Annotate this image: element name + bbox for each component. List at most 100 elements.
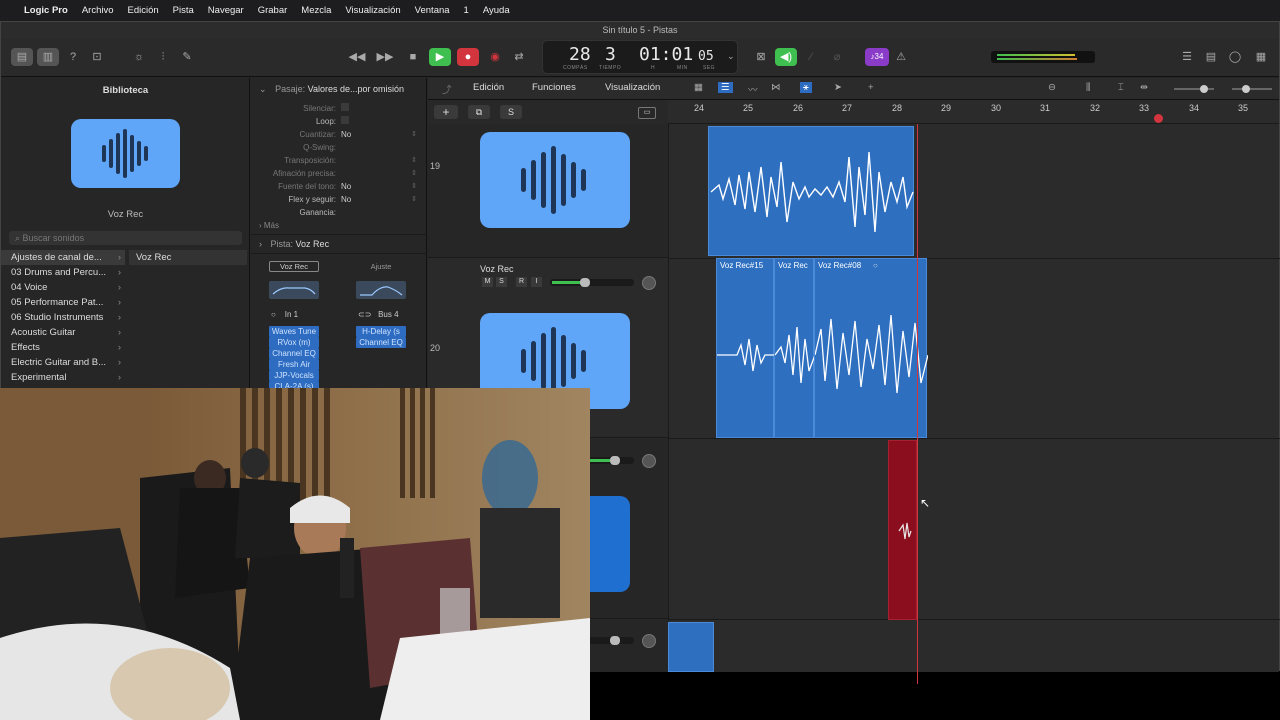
plugin-slot[interactable]: Fresh Air bbox=[269, 359, 319, 370]
track-header-19[interactable]: 19 bbox=[428, 124, 668, 258]
inspector-row-loop[interactable]: Loop: bbox=[251, 115, 427, 128]
track-section-header[interactable]: › Pista: Voz Rec bbox=[251, 234, 427, 254]
menu-visualizacion[interactable]: Visualización bbox=[345, 5, 400, 16]
library-item-channel-settings[interactable]: Ajustes de canal de... › bbox=[1, 250, 125, 265]
input-monitor-button[interactable]: I bbox=[531, 277, 542, 287]
menu-pista[interactable]: Pista bbox=[173, 5, 194, 16]
help-icon[interactable]: ? bbox=[63, 48, 83, 66]
global-solo-button[interactable]: S bbox=[500, 105, 522, 119]
pan-knob[interactable] bbox=[642, 276, 656, 290]
library-item-acoustic-guitar[interactable]: Acoustic Guitar › bbox=[1, 325, 125, 340]
library-search-input[interactable]: ⌕ Buscar sonidos bbox=[9, 231, 242, 245]
menu-ventana[interactable]: Ventana bbox=[415, 5, 450, 16]
plugin-slot[interactable]: RVox (m) bbox=[269, 337, 319, 348]
plugin-slot[interactable]: H-Delay (s bbox=[356, 326, 406, 337]
input-slot[interactable]: ⊂⊃ Bus 4 bbox=[358, 310, 399, 319]
inspector-row-pitch-source[interactable]: Fuente del tono: No ⇕ bbox=[251, 180, 427, 193]
duplicate-track-icon[interactable]: ⧉ bbox=[468, 105, 490, 119]
library-item-voice[interactable]: 04 Voice › bbox=[1, 280, 125, 295]
channel-setting-button[interactable]: Ajuste bbox=[356, 261, 406, 272]
record-button[interactable]: ● bbox=[457, 48, 479, 66]
volume-slider[interactable] bbox=[588, 636, 634, 645]
plugin-slot[interactable]: Channel EQ bbox=[269, 348, 319, 359]
tuner-icon[interactable]: ⌀ bbox=[827, 48, 847, 66]
audio-region[interactable]: Voz Rec#15 bbox=[716, 258, 775, 438]
library-item-studio-instruments[interactable]: 06 Studio Instruments › bbox=[1, 310, 125, 325]
region-section-header[interactable]: ⌄ Pasaje: Valores de...por omisión bbox=[259, 84, 404, 95]
eq-thumbnail[interactable] bbox=[356, 281, 406, 299]
browser-icon[interactable]: ▦ bbox=[1251, 48, 1271, 66]
loop-checkbox[interactable] bbox=[341, 115, 349, 128]
audio-region[interactable] bbox=[708, 126, 914, 256]
library-item-drums[interactable]: 03 Drums and Percu... › bbox=[1, 265, 125, 280]
list-view-icon[interactable]: ☰ bbox=[718, 82, 733, 93]
pan-knob[interactable] bbox=[642, 454, 656, 468]
loop-browser-icon[interactable]: ◯ bbox=[1225, 48, 1245, 66]
playhead-marker[interactable] bbox=[1154, 114, 1163, 123]
inspector-row-gain[interactable]: Ganancia: bbox=[251, 206, 427, 219]
menu-1[interactable]: 1 bbox=[464, 5, 469, 16]
toolbar-toggle-icon[interactable]: ⊡ bbox=[87, 48, 107, 66]
tuning-fork-icon[interactable]: ⚠ bbox=[891, 48, 911, 66]
lcd-display[interactable]: 28 3 COMPÁS TIEMPO 01:01 05 H MIN SEG ⌄ bbox=[542, 40, 738, 74]
library-item-effects[interactable]: Effects › bbox=[1, 340, 125, 355]
count-in-button[interactable]: ◀) bbox=[775, 48, 797, 66]
forward-icon[interactable]: ▶▶ bbox=[375, 48, 395, 66]
rewind-icon[interactable]: ◀◀ bbox=[347, 48, 367, 66]
solo-button[interactable]: S bbox=[496, 277, 507, 287]
audio-region[interactable]: Voz Rec#08 ○ bbox=[814, 258, 929, 438]
inspector-row-quantize[interactable]: Cuantizar: No ⇕ bbox=[251, 128, 427, 141]
region-view-icon[interactable]: ▭ bbox=[638, 107, 656, 119]
pan-knob[interactable] bbox=[642, 634, 656, 648]
settings-icon[interactable]: ☼ bbox=[129, 48, 149, 66]
menu-funciones[interactable]: Funciones bbox=[532, 82, 576, 93]
grid-icon[interactable]: ▦ bbox=[694, 82, 703, 93]
vertical-zoom-slider[interactable] bbox=[1174, 85, 1214, 93]
notepad-icon[interactable]: ▤ bbox=[1201, 48, 1221, 66]
horizontal-zoom-slider[interactable] bbox=[1232, 85, 1272, 93]
flex-icon[interactable]: ⋈ bbox=[771, 82, 781, 93]
add-tool-icon[interactable]: + bbox=[868, 82, 874, 93]
menu-mezcla[interactable]: Mezcla bbox=[301, 5, 331, 16]
menu-edicion-local[interactable]: Edición bbox=[473, 82, 504, 93]
record-enable-button[interactable]: R bbox=[516, 277, 527, 287]
menu-navegar[interactable]: Navegar bbox=[208, 5, 244, 16]
list-editor-icon[interactable]: ☰ bbox=[1177, 48, 1197, 66]
snap-icon[interactable]: ⊖ bbox=[1048, 82, 1056, 93]
key-badge[interactable]: ♪34 bbox=[865, 48, 889, 66]
menu-app-name[interactable]: Logic Pro bbox=[24, 5, 68, 16]
inspector-row-flex[interactable]: Flex y seguir: No ⇕ bbox=[251, 193, 427, 206]
library-subitem-voz-rec[interactable]: Voz Rec bbox=[129, 250, 247, 265]
inspector-row-mute[interactable]: Silenciar: bbox=[251, 102, 427, 115]
capture-record-icon[interactable]: ◉ bbox=[485, 48, 505, 66]
library-item-electric-guitar[interactable]: Electric Guitar and B... › bbox=[1, 355, 125, 370]
timeline-ruler[interactable]: 24 25 26 27 28 29 30 31 32 33 34 35 bbox=[668, 100, 1279, 124]
play-button[interactable]: ▶ bbox=[429, 48, 451, 66]
fit-icon[interactable]: ⇹ bbox=[1140, 82, 1148, 93]
stop-icon[interactable]: ■ bbox=[403, 48, 423, 66]
channel-setting-button[interactable]: Voz Rec bbox=[269, 261, 319, 272]
pointer-tool-icon[interactable]: ➤ bbox=[834, 82, 842, 93]
eq-thumbnail[interactable] bbox=[269, 281, 319, 299]
editor-icon[interactable]: ✎ bbox=[177, 48, 197, 66]
library-toggle-icon[interactable]: ▤ bbox=[11, 48, 33, 66]
catch-icon[interactable]: ⚹ bbox=[800, 82, 812, 93]
lcd-dropdown-icon[interactable]: ⌄ bbox=[727, 51, 735, 62]
inspector-row-transpose[interactable]: Transposición: ⇕ bbox=[251, 154, 427, 167]
menu-visualizacion-local[interactable]: Visualización bbox=[605, 82, 660, 93]
recording-region[interactable] bbox=[888, 440, 917, 620]
audio-region[interactable] bbox=[668, 622, 714, 672]
volume-slider[interactable] bbox=[550, 278, 634, 287]
audio-region[interactable]: Voz Rec bbox=[774, 258, 816, 438]
menu-grabar[interactable]: Grabar bbox=[258, 5, 288, 16]
add-track-button[interactable]: + bbox=[434, 105, 458, 119]
vertical-zoom-icon[interactable]: ⌶ bbox=[1118, 82, 1124, 93]
plugin-slot[interactable]: Channel EQ bbox=[356, 337, 406, 348]
cycle-icon[interactable]: ⇄ bbox=[509, 48, 529, 66]
library-item-experimental[interactable]: Experimental › bbox=[1, 370, 125, 385]
menu-ayuda[interactable]: Ayuda bbox=[483, 5, 510, 16]
menu-edicion[interactable]: Edición bbox=[128, 5, 159, 16]
mute-button[interactable]: M bbox=[482, 277, 493, 287]
metronome-icon[interactable]: ⁄ bbox=[801, 48, 821, 66]
waveform-zoom-icon[interactable]: ⫼ bbox=[1086, 82, 1090, 93]
